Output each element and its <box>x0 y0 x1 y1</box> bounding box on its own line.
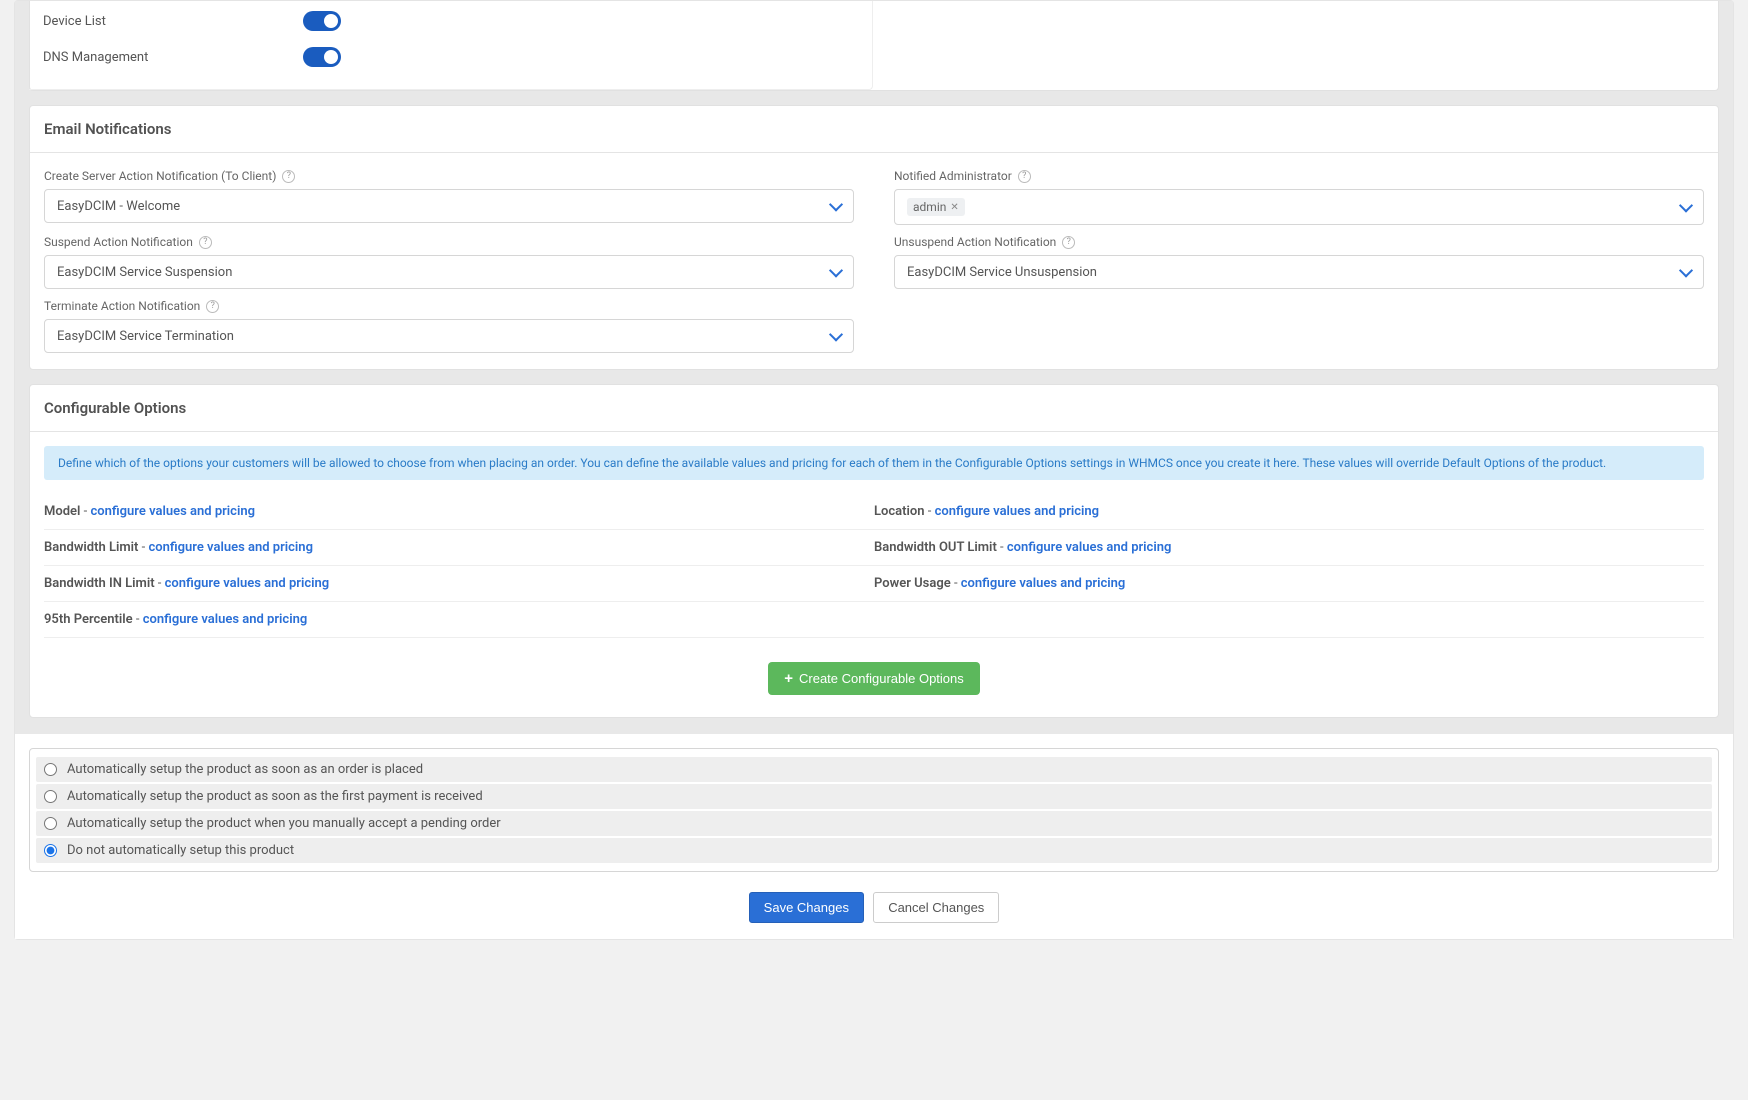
email-notifications-panel: Email Notifications Create Server Action… <box>29 105 1719 370</box>
admin-tag: admin ✕ <box>907 198 965 216</box>
option-bandwidth-in: Bandwidth IN Limit - configure values an… <box>44 566 874 602</box>
panel-title: Configurable Options <box>44 399 1704 417</box>
field-label-text: Suspend Action Notification <box>44 235 193 249</box>
features-panel: Device List DNS Management <box>29 1 1719 91</box>
field-notified-administrator: Notified Administrator ? admin ✕ <box>894 169 1704 225</box>
footer-buttons: Save Changes Cancel Changes <box>29 888 1719 939</box>
cancel-changes-button[interactable]: Cancel Changes <box>873 892 999 923</box>
plus-icon: + <box>784 671 793 686</box>
configurable-options-panel: Configurable Options Define which of the… <box>29 384 1719 718</box>
select-notified-administrator[interactable]: admin ✕ <box>894 189 1704 225</box>
field-label-text: Terminate Action Notification <box>44 299 200 313</box>
toggle-dns-management[interactable] <box>303 47 341 67</box>
configure-link[interactable]: configure values and pricing <box>961 576 1126 591</box>
radio-row[interactable]: Automatically setup the product as soon … <box>36 784 1712 809</box>
radio-label[interactable]: Automatically setup the product as soon … <box>67 789 483 804</box>
option-name: 95th Percentile <box>44 612 133 627</box>
tag-remove-icon[interactable]: ✕ <box>950 202 958 213</box>
configure-link[interactable]: configure values and pricing <box>148 540 313 555</box>
select-create-server-notification[interactable]: EasyDCIM - Welcome <box>44 189 854 223</box>
select-value: EasyDCIM - Welcome <box>57 199 180 214</box>
select-value: EasyDCIM Service Suspension <box>57 265 232 280</box>
option-bandwidth-limit: Bandwidth Limit - configure values and p… <box>44 530 874 566</box>
configure-link[interactable]: configure values and pricing <box>1007 540 1172 555</box>
create-configurable-options-button[interactable]: + Create Configurable Options <box>768 662 980 695</box>
field-create-server-notification: Create Server Action Notification (To Cl… <box>44 169 854 225</box>
field-suspend-notification: Suspend Action Notification ? EasyDCIM S… <box>44 235 854 289</box>
option-power-usage: Power Usage - configure values and prici… <box>874 566 1704 602</box>
option-name: Bandwidth IN Limit <box>44 576 155 591</box>
option-name: Power Usage <box>874 576 951 591</box>
info-message: Define which of the options your custome… <box>44 446 1704 480</box>
toggle-label: DNS Management <box>43 50 303 65</box>
select-unsuspend-notification[interactable]: EasyDCIM Service Unsuspension <box>894 255 1704 289</box>
radio-auto-on-order[interactable] <box>44 763 57 776</box>
save-changes-button[interactable]: Save Changes <box>749 892 864 923</box>
configure-link[interactable]: configure values and pricing <box>143 612 308 627</box>
option-name: Bandwidth OUT Limit <box>874 540 997 555</box>
toggle-row-dns: DNS Management <box>43 39 858 75</box>
radio-auto-on-accept[interactable] <box>44 817 57 830</box>
select-terminate-notification[interactable]: EasyDCIM Service Termination <box>44 319 854 353</box>
select-suspend-notification[interactable]: EasyDCIM Service Suspension <box>44 255 854 289</box>
field-unsuspend-notification: Unsuspend Action Notification ? EasyDCIM… <box>894 235 1704 289</box>
radio-row[interactable]: Do not automatically setup this product <box>36 838 1712 863</box>
toggle-device-list[interactable] <box>303 11 341 31</box>
help-icon[interactable]: ? <box>199 236 212 249</box>
configure-link[interactable]: configure values and pricing <box>90 504 255 519</box>
radio-row[interactable]: Automatically setup the product as soon … <box>36 757 1712 782</box>
option-bandwidth-out: Bandwidth OUT Limit - configure values a… <box>874 530 1704 566</box>
button-label: Create Configurable Options <box>799 671 964 686</box>
configure-link[interactable]: configure values and pricing <box>935 504 1100 519</box>
radio-label[interactable]: Do not automatically setup this product <box>67 843 294 858</box>
help-icon[interactable]: ? <box>282 170 295 183</box>
radio-auto-on-payment[interactable] <box>44 790 57 803</box>
option-name: Model <box>44 504 80 519</box>
radio-no-auto-setup[interactable] <box>44 844 57 857</box>
module-settings-area: Device List DNS Management Email Notific… <box>15 1 1733 734</box>
option-name: Bandwidth Limit <box>44 540 138 555</box>
field-label-text: Unsuspend Action Notification <box>894 235 1056 249</box>
configurable-options-grid: Model - configure values and pricing Loc… <box>44 494 1704 638</box>
radio-label[interactable]: Automatically setup the product when you… <box>67 816 501 831</box>
configure-link[interactable]: configure values and pricing <box>165 576 330 591</box>
option-95th-percentile: 95th Percentile - configure values and p… <box>44 602 874 638</box>
select-value: EasyDCIM Service Unsuspension <box>907 265 1097 280</box>
auto-setup-panel: Automatically setup the product as soon … <box>29 748 1719 872</box>
panel-title: Email Notifications <box>44 120 1704 138</box>
select-value: EasyDCIM Service Termination <box>57 329 234 344</box>
field-label-text: Create Server Action Notification (To Cl… <box>44 169 276 183</box>
radio-row[interactable]: Automatically setup the product when you… <box>36 811 1712 836</box>
toggle-label: Device List <box>43 14 303 29</box>
option-model: Model - configure values and pricing <box>44 494 874 530</box>
help-icon[interactable]: ? <box>1062 236 1075 249</box>
field-terminate-notification: Terminate Action Notification ? EasyDCIM… <box>44 299 854 353</box>
option-location: Location - configure values and pricing <box>874 494 1704 530</box>
field-label-text: Notified Administrator <box>894 169 1012 183</box>
help-icon[interactable]: ? <box>206 300 219 313</box>
toggle-row-device-list: Device List <box>43 3 858 39</box>
tag-label: admin <box>913 200 946 214</box>
help-icon[interactable]: ? <box>1018 170 1031 183</box>
page-container: Device List DNS Management Email Notific… <box>14 0 1734 940</box>
option-name: Location <box>874 504 925 519</box>
radio-label[interactable]: Automatically setup the product as soon … <box>67 762 423 777</box>
